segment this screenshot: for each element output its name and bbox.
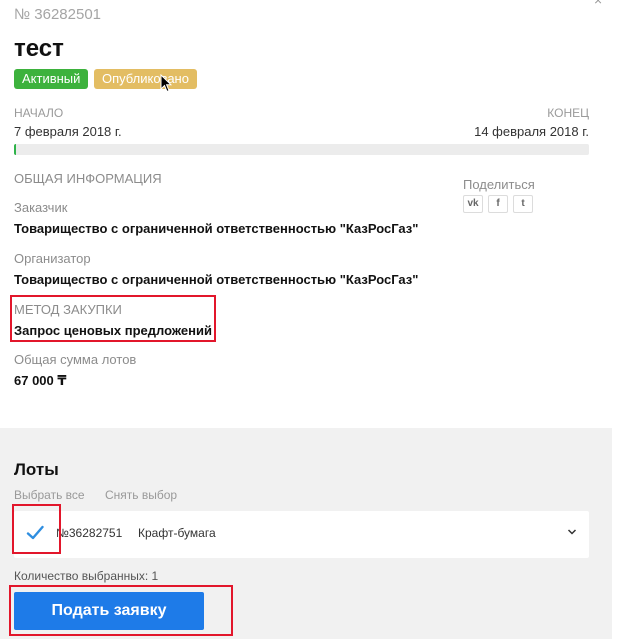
tender-number: № 36282501	[14, 6, 101, 23]
timeline-progress-bar	[14, 144, 589, 155]
select-all-link[interactable]: Выбрать все	[14, 488, 85, 502]
page-title: тест	[14, 35, 64, 62]
submit-highlight-box	[9, 585, 233, 636]
customer-value: Товарищество с ограниченной ответственно…	[14, 221, 419, 236]
organizer-value: Товарищество с ограниченной ответственно…	[14, 272, 419, 287]
tender-panel: × № 36282501 тест Активный Опубликовано …	[0, 0, 612, 428]
lot-name: Крафт-бумага	[138, 526, 216, 540]
organizer-label: Организатор	[14, 251, 91, 266]
lot-row[interactable]: №36282751 Крафт-бумага	[14, 511, 589, 558]
end-date: 14 февраля 2018 г.	[474, 124, 589, 139]
selected-count: Количество выбранных: 1	[14, 569, 159, 583]
customer-label: Заказчик	[14, 200, 68, 215]
facebook-icon[interactable]: f	[488, 195, 508, 213]
total-value: 67 000 ₸	[14, 373, 67, 388]
method-label: МЕТОД ЗАКУПКИ	[14, 302, 122, 317]
status-badge-published: Опубликовано	[94, 69, 197, 89]
vk-icon[interactable]: vk	[463, 195, 483, 213]
total-label: Общая сумма лотов	[14, 352, 137, 367]
lots-panel: Лоты Выбрать все Снять выбор №36282751 К…	[0, 428, 612, 639]
deselect-link[interactable]: Снять выбор	[105, 488, 177, 502]
progress-fill	[14, 144, 16, 155]
twitter-icon[interactable]: t	[513, 195, 533, 213]
chevron-down-icon[interactable]	[567, 527, 577, 537]
general-info-heading: ОБЩАЯ ИНФОРМАЦИЯ	[14, 171, 162, 186]
start-label: НАЧАЛО	[14, 106, 64, 120]
lots-title: Лоты	[14, 460, 59, 479]
close-icon[interactable]: ×	[594, 0, 602, 8]
lot-number: №36282751	[56, 526, 123, 540]
method-value: Запрос ценовых предложений	[14, 323, 212, 338]
checkbox-highlight-box	[12, 504, 61, 554]
mouse-cursor-icon	[160, 74, 172, 93]
status-badge-active: Активный	[14, 69, 89, 89]
share-label: Поделиться	[463, 177, 535, 192]
end-label: КОНЕЦ	[547, 106, 589, 120]
start-date: 7 февраля 2018 г.	[14, 124, 122, 139]
